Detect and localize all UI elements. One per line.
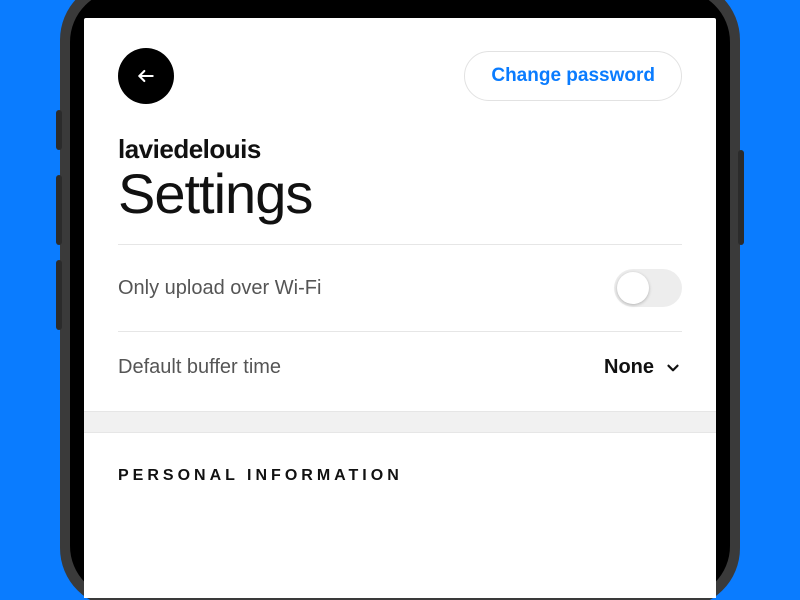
chevron-down-icon (664, 359, 682, 377)
change-password-button[interactable]: Change password (464, 51, 682, 101)
header-row: Change password (118, 48, 682, 104)
phone-side-button (56, 260, 62, 330)
section-separator (84, 411, 716, 433)
page-title: Settings (118, 161, 682, 226)
buffer-time-label: Default buffer time (118, 356, 281, 379)
personal-information-header: PERSONAL INFORMATION (118, 433, 682, 485)
arrow-left-icon (136, 66, 156, 86)
buffer-time-value: None (604, 356, 654, 379)
toggle-knob (617, 272, 649, 304)
wifi-only-label: Only upload over Wi-Fi (118, 277, 321, 300)
screen: Change password laviedelouis Settings On… (84, 18, 716, 598)
phone-side-button (56, 110, 62, 150)
setting-row-buffer: Default buffer time None (118, 332, 682, 403)
phone-side-button (738, 150, 744, 245)
wifi-only-toggle[interactable] (614, 269, 682, 307)
phone-side-button (56, 175, 62, 245)
back-button[interactable] (118, 48, 174, 104)
buffer-time-select[interactable]: None (604, 356, 682, 379)
phone-inner: Change password laviedelouis Settings On… (70, 0, 730, 598)
setting-row-wifi: Only upload over Wi-Fi (118, 245, 682, 331)
phone-frame: Change password laviedelouis Settings On… (60, 0, 740, 600)
